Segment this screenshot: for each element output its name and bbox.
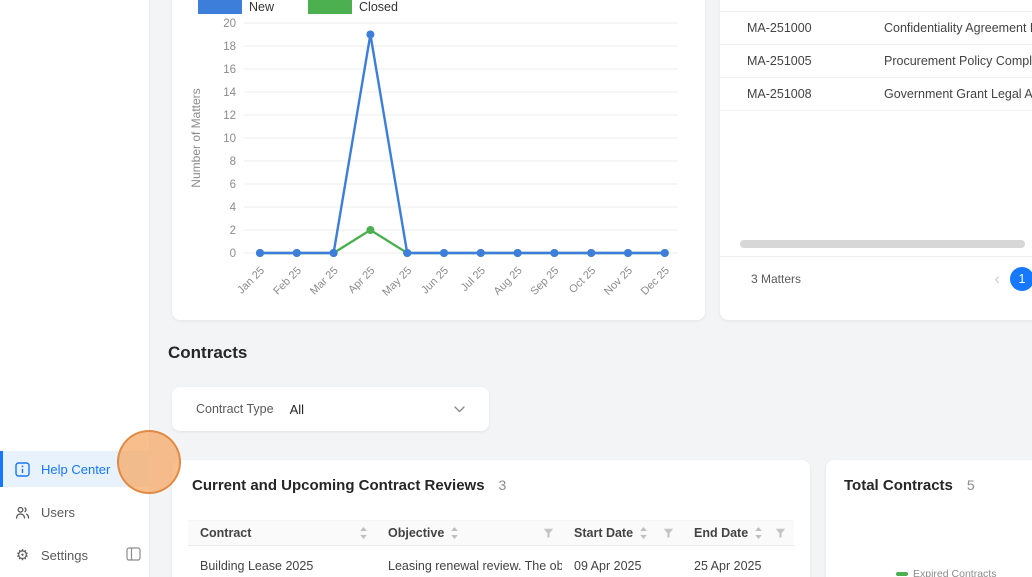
svg-text:14: 14: [223, 87, 236, 99]
chart-legend: New Closed: [198, 0, 432, 14]
svg-text:Jul 25: Jul 25: [459, 265, 488, 294]
card-title-row: Current and Upcoming Contract Reviews 3: [192, 477, 506, 494]
sidebar-item-label: Settings: [41, 547, 88, 563]
legend-marker: [896, 572, 908, 576]
svg-text:4: 4: [230, 202, 237, 214]
column-header-objective[interactable]: Objective: [376, 521, 562, 545]
svg-text:Jan 25: Jan 25: [235, 265, 267, 297]
table-cell: 09 Apr 2025: [574, 559, 642, 573]
matters-table: MA-251000 Confidentiality Agreement Draft…: [720, 11, 1032, 111]
svg-text:Oct 25: Oct 25: [567, 265, 598, 296]
svg-text:10: 10: [223, 133, 236, 145]
table-row[interactable]: MA-251008 Government Grant Legal Assess: [720, 78, 1032, 111]
svg-text:16: 16: [223, 64, 236, 76]
card-title-row: Total Contracts 5: [844, 477, 975, 494]
legend-label: New: [249, 0, 275, 14]
sidebar: Help Center Users ⚙ Settings: [0, 0, 150, 577]
legend-label: Expired Contracts: [913, 568, 997, 577]
horizontal-scrollbar[interactable]: [740, 240, 1025, 248]
svg-text:Mar 25: Mar 25: [308, 265, 341, 298]
chevron-down-icon: [454, 405, 465, 413]
select-value: All: [289, 401, 305, 417]
contract-type-select[interactable]: Contract Type All: [184, 394, 477, 424]
gear-icon: ⚙: [15, 546, 30, 564]
matters-line-chart: 0 2 4 6 8 10 12 14 16 18 20 Number of Matters Jan 25…: [189, 18, 678, 299]
matter-id-cell: MA-251005: [747, 54, 812, 68]
click-highlight: [117, 430, 181, 494]
svg-text:8: 8: [230, 156, 236, 168]
select-label: Contract Type: [196, 402, 274, 416]
filter-icon[interactable]: [543, 528, 554, 539]
help-center-icon: [14, 461, 31, 477]
table-cell: Leasing renewal review. The objecti...: [388, 559, 562, 573]
svg-text:Feb 25: Feb 25: [271, 265, 304, 298]
column-label: Start Date: [574, 526, 634, 540]
matters-footer: 3 Matters ‹ 1: [720, 256, 1032, 300]
svg-text:2: 2: [230, 225, 236, 237]
sidebar-collapse-icon[interactable]: [126, 547, 141, 561]
matter-title-cell: Procurement Policy Compliance: [884, 54, 1032, 68]
matter-id-cell: MA-251008: [747, 87, 812, 101]
sidebar-item-label: Help Center: [41, 461, 111, 477]
matters-chart-card: New Closed 0 2 4 6 8 10 12 14 16 18 20 Number of Mat…: [172, 0, 705, 320]
users-icon: [14, 505, 31, 520]
svg-text:0: 0: [230, 248, 236, 260]
reviews-table-header: Contract Objective Start Date End Date: [188, 520, 794, 546]
card-title: Current and Upcoming Contract Reviews: [192, 477, 485, 494]
svg-text:12: 12: [223, 110, 236, 122]
svg-text:Sep 25: Sep 25: [528, 265, 561, 298]
sort-icon[interactable]: [359, 526, 368, 540]
column-label: Objective: [388, 526, 445, 540]
svg-text:18: 18: [223, 41, 236, 53]
reviews-count: 3: [498, 477, 507, 493]
filter-icon[interactable]: [663, 528, 674, 539]
svg-text:6: 6: [230, 179, 236, 191]
sidebar-item-users[interactable]: Users: [0, 494, 150, 530]
legend-item-closed[interactable]: Closed: [308, 0, 398, 14]
pagination-page-1[interactable]: 1: [1010, 266, 1032, 291]
contract-reviews-card: Current and Upcoming Contract Reviews 3 …: [172, 460, 810, 577]
matters-table-card: MA-251000 Confidentiality Agreement Draft…: [720, 0, 1032, 320]
svg-text:Nov 25: Nov 25: [602, 265, 635, 298]
column-header-end-date[interactable]: End Date: [682, 521, 794, 545]
table-cell: 25 Apr 2025: [694, 559, 762, 573]
sort-icon[interactable]: [450, 526, 459, 540]
svg-text:20: 20: [223, 18, 236, 30]
total-contracts-card: Total Contracts 5 Expired Contracts: [826, 460, 1032, 577]
legend-swatch: [198, 0, 242, 14]
svg-text:Apr 25: Apr 25: [346, 265, 377, 296]
column-label: Contract: [200, 526, 252, 540]
legend-swatch: [308, 0, 353, 14]
legend-label: Closed: [359, 0, 398, 14]
contracts-section-title: Contracts: [168, 343, 248, 362]
matter-title-cell: Confidentiality Agreement Draft: [884, 21, 1032, 35]
table-cell: Building Lease 2025: [200, 559, 314, 573]
table-row[interactable]: MA-251000 Confidentiality Agreement Draft: [720, 12, 1032, 45]
svg-text:Number of Matters: Number of Matters: [189, 88, 203, 187]
contract-type-filter-card: Contract Type All: [172, 387, 489, 431]
filter-icon[interactable]: [775, 528, 786, 539]
svg-text:Dec 25: Dec 25: [639, 265, 672, 298]
pagination: ‹ 1: [994, 266, 1032, 291]
matter-title-cell: Government Grant Legal Assess: [884, 87, 1032, 101]
donut-legend-item: Expired Contracts: [896, 568, 996, 577]
table-row[interactable]: Building Lease 2025 Leasing renewal revie…: [188, 546, 794, 577]
sort-icon[interactable]: [754, 526, 763, 540]
column-header-start-date[interactable]: Start Date: [562, 521, 682, 545]
column-header-contract[interactable]: Contract: [188, 521, 376, 545]
total-contracts-count: 5: [966, 477, 975, 493]
legend-item-new[interactable]: New: [198, 0, 274, 14]
sort-icon[interactable]: [639, 526, 648, 540]
matter-id-cell: MA-251000: [747, 21, 812, 35]
svg-text:Jun 25: Jun 25: [419, 265, 451, 297]
card-title: Total Contracts: [844, 477, 953, 494]
sidebar-item-label: Users: [41, 504, 75, 520]
pagination-prev-button[interactable]: ‹: [994, 270, 1000, 287]
matters-count: 3 Matters: [751, 271, 802, 286]
svg-text:May 25: May 25: [380, 265, 414, 299]
svg-text:Aug 25: Aug 25: [492, 265, 525, 298]
column-label: End Date: [694, 526, 749, 540]
table-row[interactable]: MA-251005 Procurement Policy Compliance: [720, 45, 1032, 78]
